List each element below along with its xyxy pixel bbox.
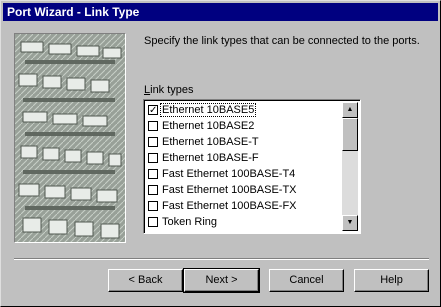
help-button[interactable]: Help [354,269,429,292]
link-types-label: Link types [144,84,194,96]
link-type-label: Ethernet 10BASE5 [159,103,257,117]
scroll-down-button[interactable]: ▼ [342,215,358,231]
link-type-item[interactable]: Ethernet 10BASE2 [146,118,343,134]
next-button-label: Next > [205,274,238,286]
cancel-button-label: Cancel [289,274,324,286]
scroll-up-button[interactable]: ▲ [342,102,358,118]
link-type-item[interactable]: Ethernet 10BASE-T [146,134,343,150]
link-type-checkbox[interactable] [148,217,158,227]
link-type-checkbox[interactable] [148,185,158,195]
link-type-item[interactable]: Ethernet 10BASE-F [146,150,343,166]
link-type-label: 100 VG-AnyLAN [161,232,244,233]
link-type-item[interactable]: Fast Ethernet 100BASE-FX [146,198,343,214]
port-wizard-window: Port Wizard - Link Type Specify the link… [0,0,441,307]
link-type-label: Fast Ethernet 100BASE-FX [162,200,297,212]
window-title: Port Wizard - Link Type [7,5,140,19]
link-type-checkbox[interactable] [148,121,158,131]
instructions-text: Specify the link types that can be conne… [144,35,420,47]
link-type-label: Ethernet 10BASE2 [162,120,255,132]
link-type-label: Fast Ethernet 100BASE-T4 [162,168,296,180]
link-type-item[interactable]: 100 VG-AnyLAN [146,230,343,234]
link-type-checkbox[interactable] [148,233,158,234]
link-type-item[interactable]: ✓ Ethernet 10BASE5 [146,102,343,118]
button-separator [14,258,429,260]
help-button-label: Help [380,274,403,286]
link-types-items: ✓ Ethernet 10BASE5 Ethernet 10BASE2 Etherne… [146,102,343,234]
link-type-checkbox[interactable] [148,153,158,163]
link-type-checkbox[interactable]: ✓ [148,105,158,116]
link-type-label: Ethernet 10BASE-T [162,136,259,148]
title-bar: Port Wizard - Link Type [3,3,438,21]
next-button[interactable]: Next > [183,268,260,293]
link-type-label: Ethernet 10BASE-F [162,152,259,164]
link-types-scrollbar[interactable]: ▲ ▼ [342,102,358,231]
link-type-label: Token Ring [162,216,218,228]
link-type-checkbox[interactable] [148,169,158,179]
ports-picture-icon [15,34,125,242]
link-type-item[interactable]: Token Ring [146,214,343,230]
link-type-item[interactable]: Fast Ethernet 100BASE-TX [146,182,343,198]
link-type-label: Fast Ethernet 100BASE-TX [162,184,297,196]
link-types-listbox[interactable]: ✓ Ethernet 10BASE5 Ethernet 10BASE2 Etherne… [143,99,361,234]
wizard-port-illustration [14,33,126,243]
scroll-thumb[interactable] [342,118,358,151]
cancel-button[interactable]: Cancel [269,269,344,292]
link-type-checkbox[interactable] [148,137,158,147]
back-button[interactable]: < Back [108,269,183,292]
link-type-item[interactable]: Fast Ethernet 100BASE-T4 [146,166,343,182]
back-button-label: < Back [128,274,163,286]
link-type-checkbox[interactable] [148,201,158,211]
link-types-label-rest: ink types [150,84,194,96]
